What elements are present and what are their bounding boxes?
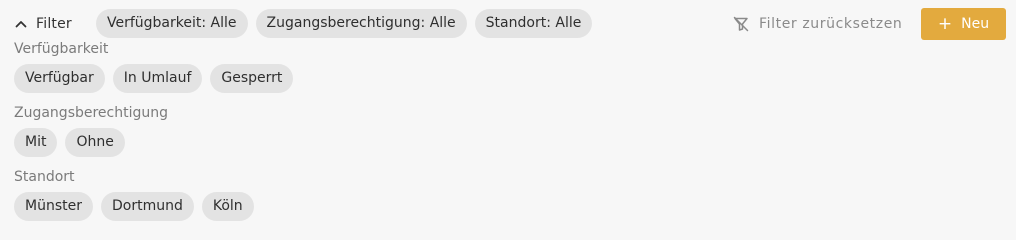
group-label-availability: Verfügbarkeit — [14, 41, 109, 57]
option-chip[interactable]: Verfügbar — [14, 64, 105, 93]
option-chip[interactable]: Köln — [201, 192, 254, 221]
group-label-location: Standort — [14, 169, 75, 185]
option-chip[interactable]: In Umlauf — [112, 64, 203, 93]
access-options: Mit Ohne — [14, 128, 125, 157]
group-label-access: Zugangsberechtigung — [14, 105, 169, 121]
new-button-label: Neu — [961, 16, 990, 32]
option-chip[interactable]: Mit — [14, 128, 58, 157]
active-filter-summary: Verfügbarkeit: Alle Zugangsberechtigung:… — [96, 9, 593, 38]
availability-options: Verfügbar In Umlauf Gesperrt — [14, 64, 294, 93]
filter-toggle[interactable]: Filter — [14, 12, 72, 36]
option-chip[interactable]: Münster — [14, 192, 93, 221]
new-button[interactable]: + Neu — [921, 8, 1006, 40]
filter-toggle-label: Filter — [36, 16, 72, 32]
reset-filter-button[interactable]: Filter zurücksetzen — [733, 12, 902, 36]
option-chip[interactable]: Gesperrt — [210, 64, 294, 93]
filter-bar: Filter Verfügbarkeit: Alle Zugangsberech… — [0, 0, 1016, 48]
reset-filter-label: Filter zurücksetzen — [759, 16, 903, 32]
option-chip[interactable]: Dortmund — [100, 192, 194, 221]
plus-icon: + — [937, 13, 953, 34]
filter-off-icon — [733, 16, 749, 32]
chevron-up-icon — [14, 17, 28, 31]
summary-chip-availability[interactable]: Verfügbarkeit: Alle — [96, 9, 248, 38]
location-options: Münster Dortmund Köln — [14, 192, 254, 221]
summary-chip-access[interactable]: Zugangsberechtigung: Alle — [255, 9, 467, 38]
option-chip[interactable]: Ohne — [65, 128, 125, 157]
summary-chip-location[interactable]: Standort: Alle — [474, 9, 593, 38]
